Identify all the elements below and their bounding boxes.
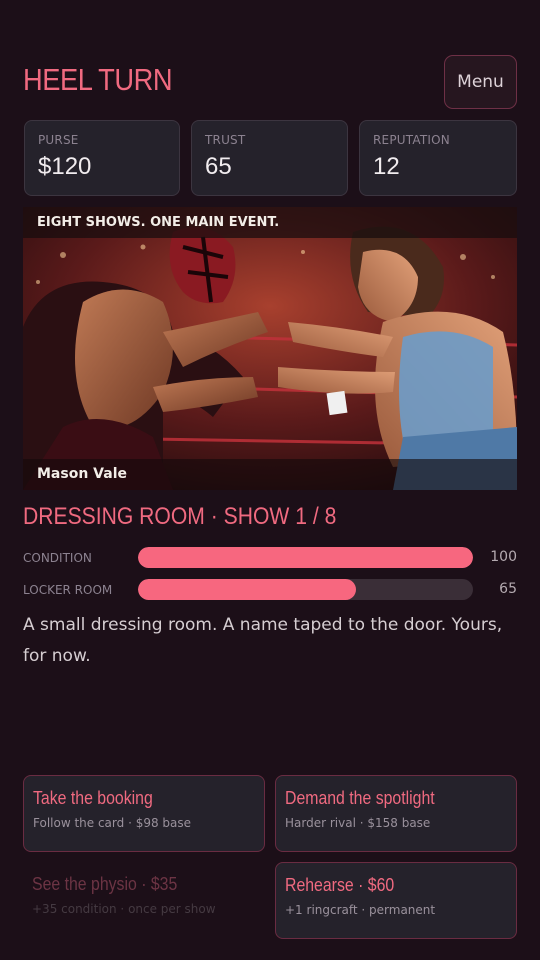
stat-purse: PURSE $120 xyxy=(24,120,180,196)
take-booking-button[interactable]: Take the booking Follow the card · $98 b… xyxy=(23,775,265,852)
stat-reputation: REPUTATION 12 xyxy=(359,120,517,196)
location-heading: DRESSING ROOM · SHOW 1 / 8 xyxy=(23,503,337,530)
hero-image: EIGHT SHOWS. ONE MAIN EVENT. Mason Vale xyxy=(23,207,517,490)
action-title: Rehearse · $60 xyxy=(285,875,395,895)
stat-trust-label: TRUST xyxy=(205,133,246,147)
wrestlers-illustration xyxy=(23,207,517,490)
action-subtitle: Follow the card · $98 base xyxy=(33,816,192,830)
game-title: HEEL TURN xyxy=(23,62,173,97)
condition-label: CONDITION xyxy=(23,551,92,565)
action-subtitle: Harder rival · $158 base xyxy=(285,816,431,830)
action-title: Take the booking xyxy=(33,788,153,808)
stat-trust: TRUST 65 xyxy=(191,120,348,196)
hero-banner: EIGHT SHOWS. ONE MAIN EVENT. xyxy=(23,207,517,238)
stat-purse-value: $120 xyxy=(38,153,92,180)
see-physio-button[interactable]: See the physio · $35 +35 condition · onc… xyxy=(23,862,265,939)
locker-room-bar-fill xyxy=(138,579,356,600)
condition-bar-fill xyxy=(138,547,473,568)
locker-room-bar xyxy=(138,579,473,600)
game-screen: HEEL TURN Menu PURSE $120 TRUST 65 REPUT… xyxy=(0,0,540,960)
rehearse-button[interactable]: Rehearse · $60 +1 ringcraft · permanent xyxy=(275,862,517,939)
hero-caption: Mason Vale xyxy=(23,459,517,490)
stat-trust-value: 65 xyxy=(205,153,232,180)
menu-button[interactable]: Menu xyxy=(444,55,517,109)
action-subtitle: +1 ringcraft · permanent xyxy=(285,903,436,917)
demand-spotlight-button[interactable]: Demand the spotlight Harder rival · $158… xyxy=(275,775,517,852)
action-title: See the physio · $35 xyxy=(32,874,178,894)
action-title: Demand the spotlight xyxy=(285,788,435,808)
action-subtitle: +35 condition · once per show xyxy=(32,902,216,916)
stat-reputation-value: 12 xyxy=(373,153,400,180)
locker-room-label: LOCKER ROOM xyxy=(23,583,113,597)
stat-reputation-label: REPUTATION xyxy=(373,133,450,147)
locker-room-value: 65 xyxy=(499,581,517,597)
condition-bar xyxy=(138,547,473,568)
story-text: A small dressing room. A name taped to t… xyxy=(23,615,503,666)
stat-purse-label: PURSE xyxy=(38,133,79,147)
condition-value: 100 xyxy=(490,549,517,565)
